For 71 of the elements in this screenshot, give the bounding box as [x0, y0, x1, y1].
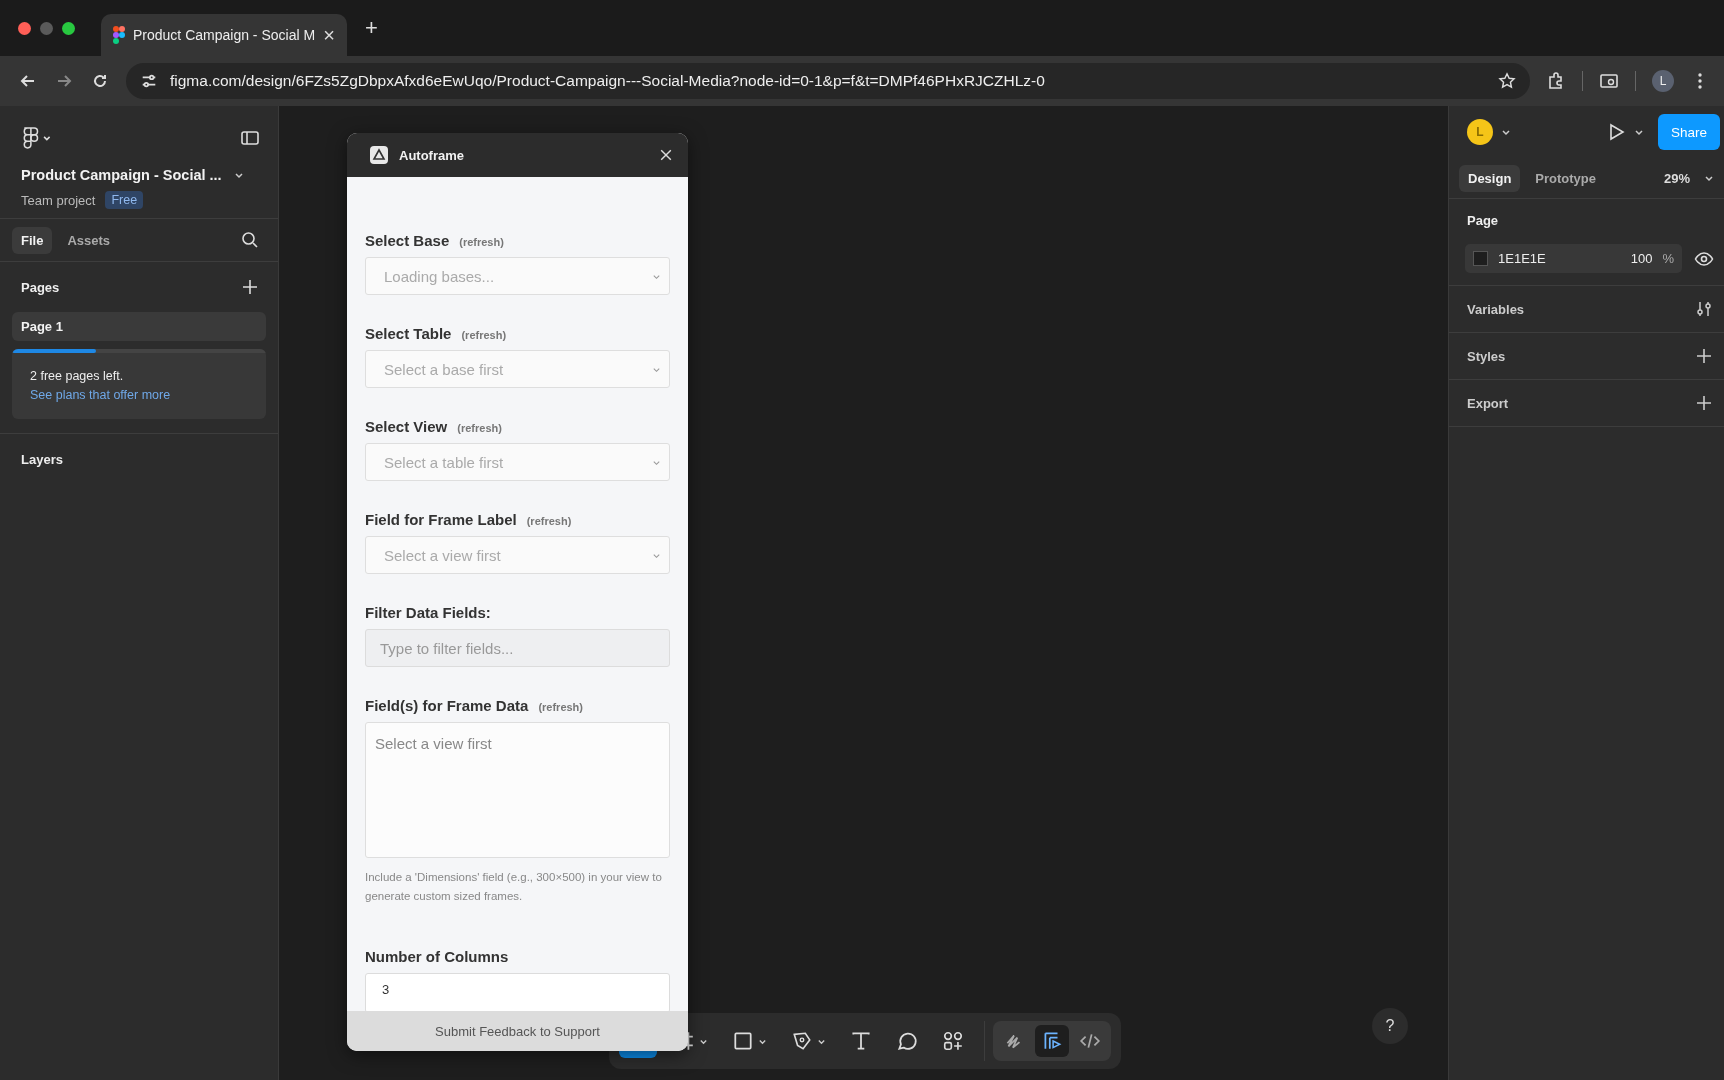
tab-title: Product Campaign - Social M	[133, 27, 316, 43]
bookmark-star-icon[interactable]	[1498, 72, 1516, 90]
address-field[interactable]: figma.com/design/6FZs5ZgDbpxAfxd6eEwUqo/Product-Campaign---Social-Media?node-id=0-1&p=f&t=DMPf46PHxRJCZHLz-0	[126, 63, 1530, 99]
project-label: Team project	[21, 192, 96, 208]
refresh-link[interactable]: (refresh)	[538, 701, 583, 713]
field-label: Filter Data Fields:	[365, 604, 491, 621]
field-label: Select Table	[365, 325, 452, 342]
sidebar-toggle-icon[interactable]	[240, 128, 260, 148]
chevron-down-icon[interactable]	[1634, 127, 1644, 137]
comment-icon	[896, 1030, 918, 1052]
plan-badge: Free	[105, 191, 144, 209]
share-button[interactable]: Share	[1658, 114, 1720, 150]
section-heading: Export	[1467, 395, 1509, 411]
panel-tab[interactable]: Design	[1459, 164, 1521, 192]
field-label: Number of Columns	[365, 948, 509, 965]
section-heading: Styles	[1467, 348, 1506, 364]
panel-tab[interactable]: File	[12, 226, 53, 254]
search-icon[interactable]	[240, 230, 260, 250]
sliders-icon[interactable]	[1694, 299, 1714, 319]
pen-icon	[791, 1030, 813, 1052]
zoom-level[interactable]: 29%	[1663, 170, 1690, 186]
chevron-down-icon[interactable]	[1501, 127, 1511, 137]
close-window-icon[interactable]	[18, 21, 31, 35]
color-field[interactable]: 1E1E1E 100 %	[1465, 244, 1682, 273]
refresh-link[interactable]: (refresh)	[526, 515, 572, 527]
color-swatch[interactable]	[1473, 251, 1488, 266]
plugin-title: Autoframe	[399, 147, 465, 163]
frame-data-list[interactable]: Select a view first	[365, 722, 670, 858]
page-item[interactable]: Page 1	[12, 312, 266, 341]
add-icon[interactable]	[240, 277, 260, 297]
add-icon[interactable]	[1694, 346, 1714, 366]
field-label: Select View	[365, 418, 448, 435]
text-tool-icon	[850, 1030, 872, 1052]
filter-field[interactable]: Type to filter fields...	[365, 629, 670, 667]
file-title[interactable]: Product Campaign - Social ...	[21, 167, 222, 183]
mode-button[interactable]	[1035, 1025, 1069, 1057]
close-icon[interactable]	[658, 147, 674, 163]
field-label: Field for Frame Label	[365, 511, 517, 528]
section-heading: Variables	[1467, 301, 1525, 317]
help-text: Include a 'Dimensions' field (e.g., 300×500) in your view to generate custom sized frames.	[365, 870, 663, 904]
refresh-link[interactable]: (refresh)	[459, 236, 504, 248]
chevron-down-icon[interactable]	[1704, 173, 1714, 183]
user-avatar[interactable]: L	[1467, 119, 1493, 145]
chevron-down-icon[interactable]	[233, 170, 244, 180]
section-heading: Layers	[21, 451, 63, 467]
refresh-link[interactable]: (refresh)	[457, 422, 502, 434]
new-tab-button[interactable]: +	[365, 15, 378, 41]
site-settings-icon[interactable]	[140, 72, 158, 90]
add-icon[interactable]	[1694, 393, 1714, 413]
minimize-window-icon[interactable]	[40, 21, 53, 35]
rectangle-icon	[732, 1030, 754, 1052]
notice-text: 2 free pages left.	[29, 368, 125, 385]
app-logo-icon	[113, 26, 125, 44]
section-heading: Page	[1467, 213, 1500, 228]
number-field[interactable]: 3	[365, 973, 670, 1011]
profile-avatar[interactable]: L	[1652, 70, 1674, 92]
plans-link[interactable]: See plans that offer more	[12, 388, 189, 402]
panel-tab[interactable]: Assets	[58, 226, 120, 254]
field-label: Select Base	[365, 232, 450, 249]
plugin-logo-icon	[369, 145, 389, 165]
tab-close-button[interactable]: ×	[323, 23, 335, 47]
actions-icon	[942, 1030, 964, 1052]
refresh-link[interactable]: (refresh)	[461, 329, 507, 341]
feedback-button[interactable]: Submit Feedback to Support	[347, 1011, 688, 1051]
field-label: Field(s) for Frame Data	[365, 697, 529, 714]
help-button[interactable]: ?	[1372, 1008, 1408, 1044]
panel-tab[interactable]: Prototype	[1526, 164, 1605, 192]
tab-search-icon[interactable]	[1599, 71, 1619, 91]
section-heading: Pages	[21, 279, 60, 295]
maximize-window-icon[interactable]	[62, 21, 75, 35]
browser-tab[interactable]: Product Campaign - Social M ×	[101, 14, 347, 56]
